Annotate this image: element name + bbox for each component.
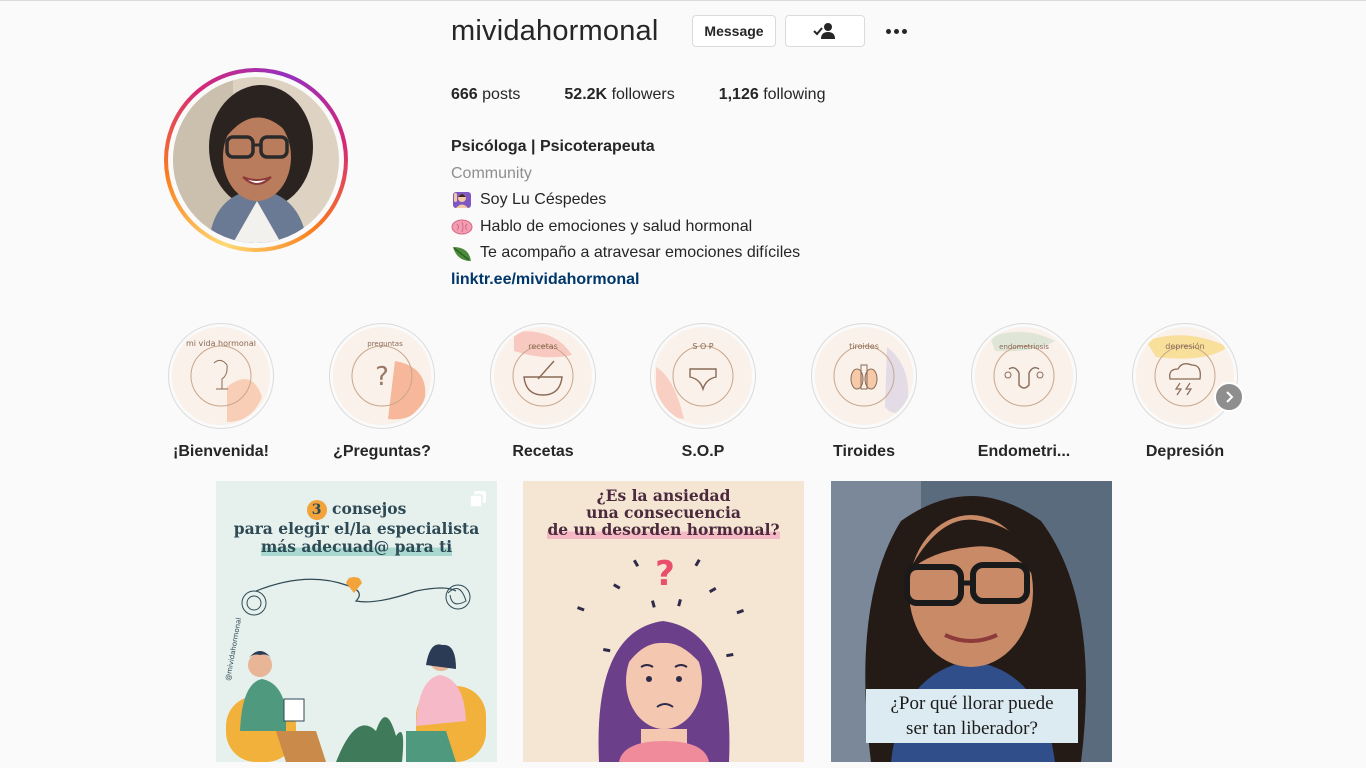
post-title-line: para elegir el/la especialista bbox=[233, 519, 480, 538]
svg-text:?: ? bbox=[655, 554, 675, 594]
number-badge: 3 bbox=[306, 500, 327, 520]
post-tile[interactable]: 3 consejos para elegir el/la especialist… bbox=[216, 481, 497, 762]
highlight-sop[interactable]: S O P S.O.P bbox=[650, 323, 756, 461]
reel-caption-line: ser tan liberador? bbox=[906, 718, 1038, 739]
highlight-cover: ? preguntas bbox=[333, 327, 431, 425]
posts-count[interactable]: 666 posts bbox=[451, 86, 520, 104]
dot bbox=[893, 28, 899, 34]
highlight-cover: depresión bbox=[1136, 327, 1234, 425]
avatar-gap bbox=[168, 72, 344, 248]
following-count[interactable]: 1,126 following bbox=[719, 86, 826, 104]
anxious-woman-illustration: ? bbox=[577, 554, 745, 762]
reel-caption: ¿Por qué llorar puede ser tan liberador? bbox=[866, 689, 1078, 743]
woman-raising-hand-emoji bbox=[453, 192, 471, 209]
highlight-label: Recetas bbox=[512, 443, 574, 460]
dot bbox=[901, 28, 907, 34]
post-title-line-highlight: más adecuad@ para ti bbox=[216, 537, 497, 556]
underwear-icon: S O P bbox=[654, 327, 752, 425]
post-title-line: de un desorden hormonal? bbox=[547, 520, 780, 539]
brain-emoji bbox=[451, 219, 473, 235]
person-check-icon bbox=[813, 23, 835, 39]
highlight-label: Tiroides bbox=[833, 443, 895, 460]
svg-text:S O P: S O P bbox=[692, 342, 713, 351]
profile-avatar[interactable] bbox=[164, 68, 348, 252]
more-horizontal-icon bbox=[885, 28, 891, 34]
post-tile[interactable]: ¿Es la ansiedad una consecuencia de un d… bbox=[523, 481, 804, 762]
highlight-ring: ? preguntas bbox=[329, 323, 435, 429]
post-title-line: más adecuad@ para ti bbox=[260, 537, 453, 556]
highlight-ring: mi vida hormonal bbox=[168, 323, 274, 429]
thyroid-icon: tiroides bbox=[815, 327, 913, 425]
question-mark-icon: ? preguntas bbox=[333, 327, 431, 425]
chevron-right-icon bbox=[1226, 391, 1234, 403]
highlight-ring: recetas bbox=[490, 323, 596, 429]
highlight-label: ¿Preguntas? bbox=[333, 443, 431, 460]
woman-line-art-icon: mi vida hormonal bbox=[172, 327, 270, 425]
storm-cloud-icon: depresión bbox=[1136, 327, 1234, 425]
highlight-ring: S O P bbox=[650, 323, 756, 429]
highlight-recetas[interactable]: recetas Recetas bbox=[490, 323, 596, 461]
svg-text:?: ? bbox=[375, 362, 389, 392]
bio-text: Te acompaño a atravesar emociones difíci… bbox=[480, 244, 801, 262]
svg-text:mi vida hormonal: mi vida hormonal bbox=[186, 339, 256, 348]
leaf-emoji bbox=[453, 246, 471, 261]
highlight-tiroides[interactable]: tiroides Tiroides bbox=[811, 323, 917, 461]
bio-link[interactable]: linktr.ee/mividahormonal bbox=[451, 267, 800, 294]
svg-text:recetas: recetas bbox=[528, 342, 558, 351]
highlight-bienvenida[interactable]: mi vida hormonal ¡Bienvenida! bbox=[168, 323, 274, 461]
post-tile[interactable]: ¿Por qué llorar puede ser tan liberador? bbox=[831, 481, 1112, 762]
highlight-label: ¡Bienvenida! bbox=[172, 443, 269, 460]
bio-line: Soy Lu Céspedes bbox=[451, 187, 800, 214]
profile-bio: Psicóloga | Psicoterapeuta Community Soy… bbox=[451, 134, 800, 294]
highlight-label: Depresión bbox=[1145, 443, 1225, 460]
highlights-next-button[interactable] bbox=[1214, 382, 1244, 412]
mixing-bowl-icon: recetas bbox=[494, 327, 592, 425]
bio-text: Soy Lu Céspedes bbox=[480, 191, 607, 209]
svg-text:depresión: depresión bbox=[1165, 341, 1204, 351]
highlight-cover: tiroides bbox=[815, 327, 913, 425]
more-options-button[interactable] bbox=[880, 19, 912, 43]
svg-text:tiroides: tiroides bbox=[849, 342, 879, 351]
highlight-cover: S O P bbox=[654, 327, 752, 425]
followers-count[interactable]: 52.2K followers bbox=[564, 86, 674, 104]
svg-text:endometriosis: endometriosis bbox=[999, 343, 1049, 351]
post-title-line: consejos bbox=[332, 499, 407, 518]
post-title: ¿Es la ansiedad una consecuencia de un d… bbox=[523, 486, 804, 539]
post-title-line: una consecuencia bbox=[586, 503, 741, 522]
highlight-ring: depresión bbox=[1132, 323, 1238, 429]
highlight-cover: recetas bbox=[494, 327, 592, 425]
bio-category: Community bbox=[451, 164, 532, 182]
reel-caption-line: ¿Por qué llorar puede bbox=[890, 693, 1054, 714]
bio-name: Psicóloga | Psicoterapeuta bbox=[451, 138, 655, 155]
avatar bbox=[173, 77, 339, 243]
highlight-endometriosis[interactable]: endometriosis Endometri... bbox=[971, 323, 1077, 461]
profile-stats: 666 posts 52.2K followers 1,126 followin… bbox=[451, 86, 869, 104]
bio-text: Hablo de emociones y salud hormonal bbox=[480, 217, 753, 235]
post-title: 3 consejos para elegir el/la especialist… bbox=[216, 500, 497, 556]
uterus-icon: endometriosis bbox=[975, 327, 1073, 425]
following-button[interactable] bbox=[785, 15, 865, 47]
highlight-label: Endometri... bbox=[977, 443, 1071, 460]
svg-text:preguntas: preguntas bbox=[367, 340, 403, 348]
bio-line: Hablo de emociones y salud hormonal bbox=[451, 214, 800, 241]
highlight-cover: mi vida hormonal bbox=[172, 327, 270, 425]
highlight-label: S.O.P bbox=[681, 443, 725, 460]
highlight-ring: endometriosis bbox=[971, 323, 1077, 429]
bio-line: Te acompaño a atravesar emociones difíci… bbox=[451, 240, 800, 267]
therapy-illustration: @mividahormonal bbox=[224, 577, 486, 762]
highlight-ring: tiroides bbox=[811, 323, 917, 429]
profile-username: mividahormonal bbox=[451, 15, 659, 47]
message-button[interactable]: Message bbox=[692, 15, 776, 47]
post-title-line-highlight: de un desorden hormonal? bbox=[523, 520, 804, 539]
post-title-line: ¿Es la ansiedad bbox=[596, 486, 731, 505]
highlight-preguntas[interactable]: ? preguntas ¿Preguntas? bbox=[329, 323, 435, 461]
highlight-cover: endometriosis bbox=[975, 327, 1073, 425]
watermark: @mividahormonal bbox=[224, 617, 243, 681]
